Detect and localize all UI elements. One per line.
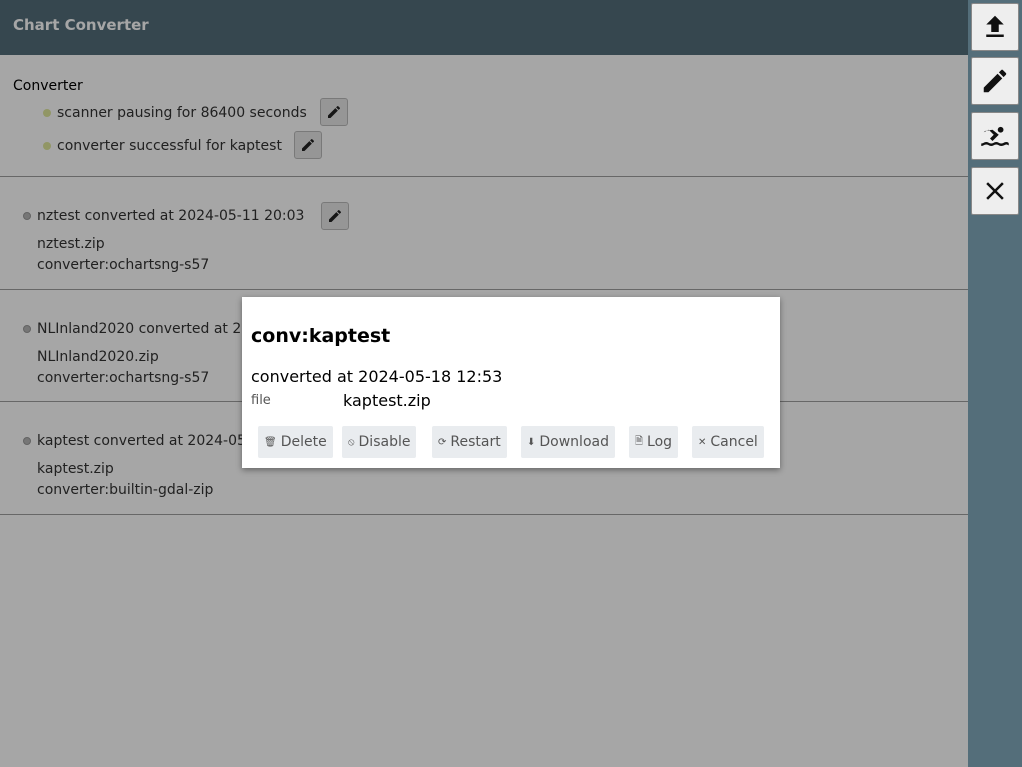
upload-button[interactable]	[971, 3, 1019, 51]
entry-dialog: conv:kaptest converted at 2024-05-18 12:…	[242, 297, 780, 468]
log-label: Log	[647, 434, 673, 450]
upload-icon	[986, 15, 1004, 37]
download-icon: ⬇	[527, 436, 536, 448]
download-button[interactable]: ⬇ Download	[521, 426, 615, 458]
edit-mode-button[interactable]	[971, 57, 1019, 105]
swimmer-icon	[981, 126, 1009, 146]
document-icon: 🗎	[635, 435, 644, 447]
trash-icon: 🗑	[264, 436, 277, 448]
disable-label: Disable	[358, 434, 411, 450]
disable-button[interactable]: ⦸ Disable	[342, 426, 417, 458]
delete-label: Delete	[280, 434, 327, 450]
restart-button[interactable]: ⟳ Restart	[432, 426, 507, 458]
file-label: file	[251, 393, 271, 408]
log-button[interactable]: 🗎 Log	[629, 426, 679, 458]
sync-button[interactable]	[971, 112, 1019, 160]
cancel-button[interactable]: ✕ Cancel	[692, 426, 764, 458]
delete-button[interactable]: 🗑 Delete	[258, 426, 333, 458]
close-button[interactable]	[971, 167, 1019, 215]
block-icon: ⦸	[348, 436, 355, 448]
restart-label: Restart	[450, 434, 501, 450]
dialog-status: converted at 2024-05-18 12:53	[251, 367, 503, 386]
download-label: Download	[539, 434, 609, 450]
right-toolbar	[968, 0, 1022, 767]
close-icon	[986, 182, 1004, 200]
restart-icon: ⟳	[438, 436, 447, 448]
dialog-title: conv:kaptest	[251, 325, 391, 347]
file-value: kaptest.zip	[343, 391, 431, 410]
close-icon: ✕	[698, 436, 707, 448]
cancel-label: Cancel	[710, 434, 758, 450]
pencil-icon	[983, 69, 1007, 93]
